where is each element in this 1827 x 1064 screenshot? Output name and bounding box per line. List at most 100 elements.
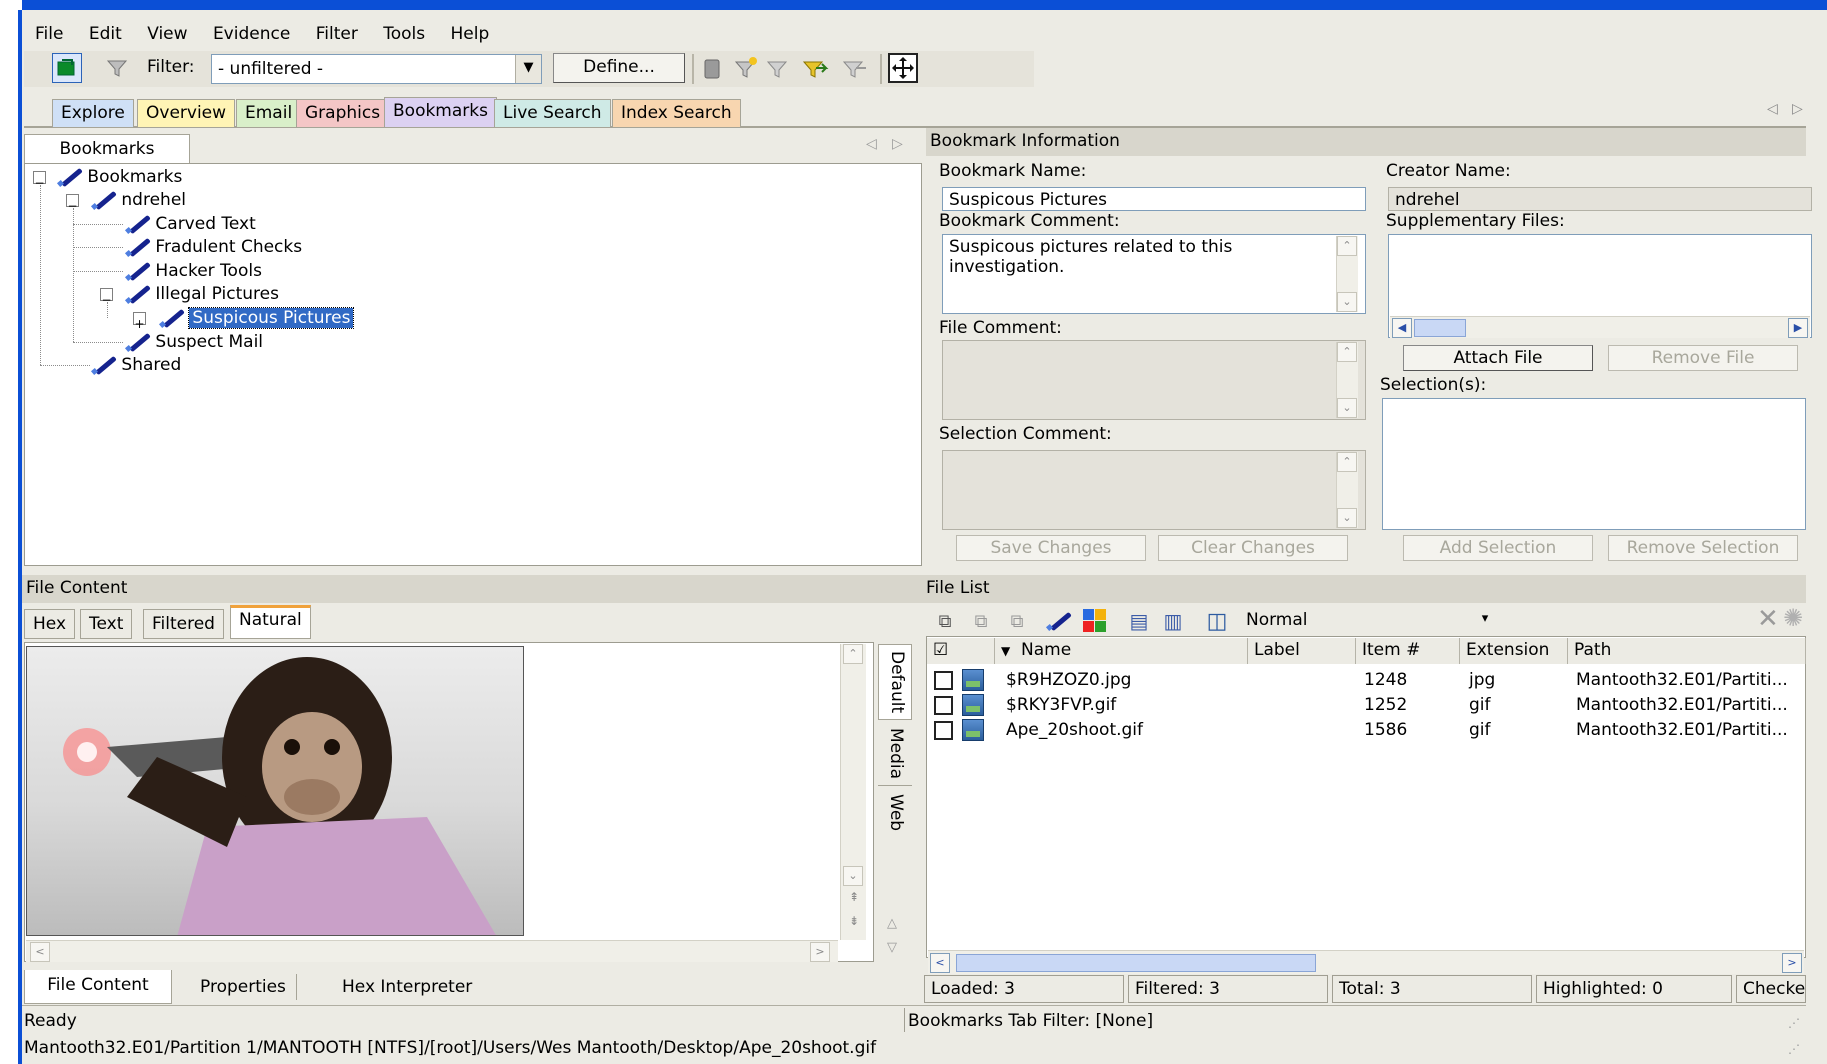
filter-apply-icon[interactable]	[800, 53, 830, 83]
menu-help[interactable]: Help	[451, 24, 490, 44]
tree-node-shared[interactable]: Shared	[92, 354, 181, 376]
scroll-up-icon[interactable]: ⌃	[843, 644, 863, 664]
clear-changes-button[interactable]: Clear Changes	[1158, 535, 1348, 561]
go-back-icon[interactable]	[52, 53, 82, 83]
menu-file[interactable]: File	[35, 24, 63, 44]
scroll-up-icon[interactable]: ⌃	[1337, 236, 1357, 256]
tab-hex[interactable]: Hex	[24, 609, 76, 639]
tabs-scroll-right-icon[interactable]: ▷	[1792, 101, 1803, 117]
scroll-left-icon[interactable]: <	[30, 942, 50, 962]
invert-check-icon[interactable]: ⧉	[1002, 606, 1032, 636]
tree-node-suspect-mail[interactable]: Suspect Mail	[126, 331, 263, 353]
scroll-thumb[interactable]	[956, 954, 1316, 972]
page-down-icon[interactable]: ⇟	[849, 914, 859, 928]
file-list-hscrollbar[interactable]: < >	[928, 950, 1804, 974]
expand-icon[interactable]: +	[133, 312, 146, 331]
tab-text[interactable]: Text	[80, 609, 133, 639]
supp-hscrollbar[interactable]: ◀ ▶	[1390, 316, 1810, 338]
menu-filter[interactable]: Filter	[316, 24, 358, 44]
tab-index-search[interactable]: Index Search	[612, 99, 741, 127]
table-row[interactable]: $R9HZOZ0.jpg 1248 jpg Mantooth32.E01/Par…	[926, 667, 1806, 693]
viewer-vscrollbar[interactable]: ⌃ ⌄ ⇞ ⇟	[840, 644, 866, 940]
bookmark-comment-field[interactable]: Suspicous pictures related to this inves…	[942, 234, 1366, 314]
selections-list[interactable]	[1382, 398, 1806, 530]
define-button[interactable]: Define...	[553, 53, 685, 83]
resize-grip-icon[interactable]: ⋰	[1788, 1016, 1800, 1030]
side-tab-default[interactable]: Default	[878, 644, 912, 720]
tab-properties[interactable]: Properties	[200, 974, 297, 1000]
attach-file-button[interactable]: Attach File	[1403, 345, 1593, 371]
viewer-hscrollbar[interactable]: < >	[26, 940, 838, 962]
panel-scroll-left-icon[interactable]: ◁	[866, 136, 877, 152]
chevron-down-icon[interactable]: ▼	[515, 55, 541, 83]
report-icon[interactable]: ▤	[1124, 606, 1154, 636]
tab-file-content[interactable]: File Content	[24, 970, 172, 1004]
filter-funnel-icon[interactable]	[102, 53, 132, 83]
table-row[interactable]: $RKY3FVP.gif 1252 gif Mantooth32.E01/Par…	[926, 692, 1806, 718]
row-checkbox[interactable]	[934, 696, 953, 715]
tree-node-illegal-pictures[interactable]: Illegal Pictures	[126, 283, 279, 305]
bookmark-name-field[interactable]: Suspicous Pictures	[942, 187, 1366, 211]
bookmark-pen-icon[interactable]	[1044, 606, 1074, 636]
column-item-number[interactable]: Item #	[1356, 638, 1460, 664]
menu-tools[interactable]: Tools	[383, 24, 425, 44]
filter-new-icon[interactable]	[731, 53, 761, 83]
tab-bookmarks[interactable]: Bookmarks	[384, 97, 497, 127]
tree-node-bookmarks[interactable]: Bookmarks	[58, 166, 182, 188]
menu-evidence[interactable]: Evidence	[213, 24, 290, 44]
collapse-icon[interactable]: −	[66, 194, 79, 213]
scroll-down-icon[interactable]: ⌄	[843, 866, 863, 886]
row-checkbox[interactable]	[934, 721, 953, 740]
tab-graphics[interactable]: Graphics	[296, 99, 390, 127]
tree-node-hacker-tools[interactable]: Hacker Tools	[126, 260, 262, 282]
scroll-left-icon[interactable]: ◀	[1392, 318, 1412, 338]
side-tabs-up-icon[interactable]: △	[887, 916, 897, 931]
tree-node-carved-text[interactable]: Carved Text	[126, 213, 255, 235]
columns-icon[interactable]: ◫	[1202, 606, 1232, 636]
panel-scroll-right-icon[interactable]: ▷	[892, 136, 903, 152]
move-icon[interactable]	[888, 53, 918, 83]
tree-node-fradulent-checks[interactable]: Fradulent Checks	[126, 236, 302, 258]
resize-grip-icon[interactable]: ⋰	[1788, 1042, 1800, 1056]
page-up-icon[interactable]: ⇞	[849, 890, 859, 904]
comment-scrollbar[interactable]: ⌃ ⌄	[1336, 236, 1358, 312]
column-name[interactable]: ▼ Name	[995, 638, 1248, 664]
remove-file-button[interactable]: Remove File	[1608, 345, 1798, 371]
scroll-left-icon[interactable]: <	[930, 953, 950, 973]
tab-hex-interpreter[interactable]: Hex Interpreter	[342, 974, 472, 1000]
scroll-thumb[interactable]	[1414, 319, 1466, 337]
chevron-down-icon[interactable]: ▾	[1472, 606, 1498, 634]
save-changes-button[interactable]: Save Changes	[956, 535, 1146, 561]
tabs-scroll-left-icon[interactable]: ◁	[1767, 101, 1778, 117]
column-extension[interactable]: Extension	[1460, 638, 1568, 664]
color-label-icon[interactable]	[1080, 606, 1110, 636]
tab-explore[interactable]: Explore	[52, 99, 134, 127]
filter-gray-icon[interactable]	[763, 53, 793, 83]
tab-email[interactable]: Email	[236, 99, 302, 127]
close-icon[interactable]: ✕	[1757, 604, 1779, 634]
add-selection-button[interactable]: Add Selection	[1403, 535, 1593, 561]
table-row[interactable]: Ape_20shoot.gif 1586 gif Mantooth32.E01/…	[926, 717, 1806, 743]
tab-natural[interactable]: Natural	[230, 605, 311, 639]
tab-bookmarks-tree[interactable]: Bookmarks	[24, 134, 190, 164]
view-mode-select[interactable]: Normal ▾	[1240, 606, 1498, 634]
tab-live-search[interactable]: Live Search	[494, 99, 611, 127]
tree-node-ndrehel[interactable]: ndrehel	[92, 189, 186, 211]
tree-node-suspicous-pictures[interactable]: Suspicous Pictures	[160, 307, 355, 329]
tab-filtered[interactable]: Filtered	[143, 609, 224, 639]
side-tabs-down-icon[interactable]: ▽	[887, 940, 897, 955]
column-check[interactable]: ☑	[927, 638, 995, 664]
filter-select[interactable]: - unfiltered - ▼	[211, 54, 542, 84]
column-label[interactable]: Label	[1248, 638, 1356, 664]
scroll-down-icon[interactable]: ⌄	[1337, 292, 1357, 312]
tab-overview[interactable]: Overview	[137, 99, 236, 127]
scroll-right-icon[interactable]: ▶	[1788, 318, 1808, 338]
scroll-right-icon[interactable]: >	[810, 942, 830, 962]
filter-export-icon[interactable]	[840, 53, 870, 83]
remove-selection-button[interactable]: Remove Selection	[1608, 535, 1798, 561]
scroll-right-icon[interactable]: >	[1782, 953, 1802, 973]
menu-edit[interactable]: Edit	[89, 24, 122, 44]
menu-view[interactable]: View	[147, 24, 187, 44]
row-checkbox[interactable]	[934, 671, 953, 690]
trash-icon[interactable]	[697, 53, 727, 83]
